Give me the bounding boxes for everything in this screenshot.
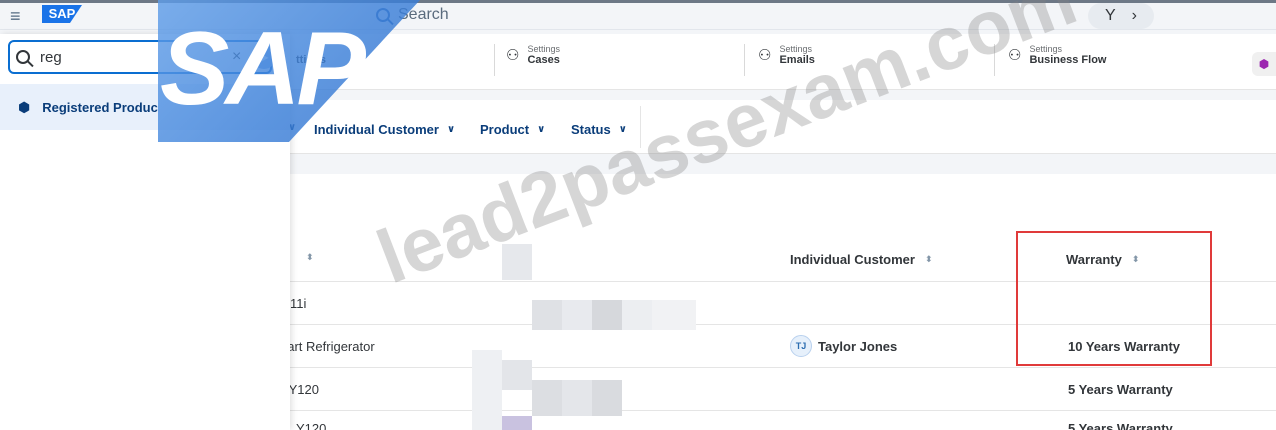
warranty-highlight-box <box>1016 231 1212 366</box>
filter-label: Status <box>571 122 611 137</box>
tab-settings-emails[interactable]: ⚇ Settings Emails <box>758 44 815 66</box>
cell-customer[interactable]: TJ Taylor Jones <box>790 335 897 357</box>
column-header-individual-customer[interactable]: Individual Customer ⬍ <box>790 252 933 267</box>
cell-warranty: 5 Years Warranty <box>1068 382 1173 397</box>
redaction-block <box>502 416 532 430</box>
redaction-block <box>562 380 592 416</box>
tab-divider <box>494 44 495 76</box>
avatar: TJ <box>790 335 812 357</box>
redaction-block <box>652 300 696 330</box>
customer-name[interactable]: Taylor Jones <box>818 339 897 354</box>
tab-divider <box>994 44 995 76</box>
chevron-right-icon[interactable]: › <box>1132 7 1137 25</box>
settings-people-icon: ⚇ <box>758 47 772 64</box>
tab-sublabel: Settings <box>527 44 560 54</box>
redaction-block <box>502 244 532 280</box>
tab-label: Emails <box>779 54 815 66</box>
search-result-label: Registered Produc <box>42 99 158 115</box>
redaction-block <box>592 380 622 416</box>
redaction-block <box>532 300 562 330</box>
cell-product[interactable]: nart Refrigerator <box>280 339 375 354</box>
sap-logo-small[interactable]: SAP <box>42 5 82 23</box>
filter-divider <box>640 106 641 148</box>
settings-people-icon: ⚇ <box>506 47 520 64</box>
redaction-block <box>622 300 652 330</box>
filter-pill[interactable]: Y › <box>1088 3 1154 29</box>
redaction-block <box>532 380 562 416</box>
tab-settings-business-flow[interactable]: ⚇ Settings Business Flow <box>1008 44 1106 66</box>
tab-sublabel: Settings <box>1029 44 1062 54</box>
chevron-down-icon: ∨ <box>446 124 456 135</box>
column-header-label: Individual Customer <box>790 252 915 267</box>
hamburger-icon[interactable]: ≡ <box>10 6 21 27</box>
cell-warranty: 5 Years Warranty <box>1068 421 1173 430</box>
column-header-product[interactable]: ⬍ <box>296 252 314 263</box>
tab-label: Cases <box>527 54 560 66</box>
chevron-down-icon: ∨ <box>537 124 546 135</box>
sort-icon[interactable]: ⬍ <box>306 252 314 263</box>
tab-sublabel: Settings <box>779 44 812 54</box>
redaction-block <box>592 300 622 330</box>
redaction-block <box>472 350 502 430</box>
cell-product[interactable]: 11i <box>290 296 306 311</box>
filter-product[interactable]: Product ∨ <box>480 122 545 137</box>
tab-label: Business Flow <box>1029 54 1107 66</box>
redaction-block <box>502 360 532 390</box>
registered-product-icon: ⬢ <box>18 98 31 115</box>
tab-settings-cases[interactable]: ⚇ Settings Cases <box>506 44 560 66</box>
chevron-down-icon: ∨ <box>618 124 627 135</box>
cell-product[interactable]: Y120 <box>296 421 326 430</box>
filter-status[interactable]: Status ∨ <box>571 122 627 137</box>
sap-logo-text: SAP <box>160 11 366 127</box>
tab-divider <box>744 44 745 76</box>
redaction-block <box>562 300 592 330</box>
registered-product-icon[interactable]: ⬢ <box>1252 52 1276 76</box>
filter-label: Product <box>480 122 530 137</box>
search-icon <box>16 50 30 64</box>
settings-people-icon: ⚇ <box>1008 47 1022 64</box>
sort-icon[interactable]: ⬍ <box>925 254 933 265</box>
filter-icon[interactable]: Y <box>1105 7 1116 25</box>
